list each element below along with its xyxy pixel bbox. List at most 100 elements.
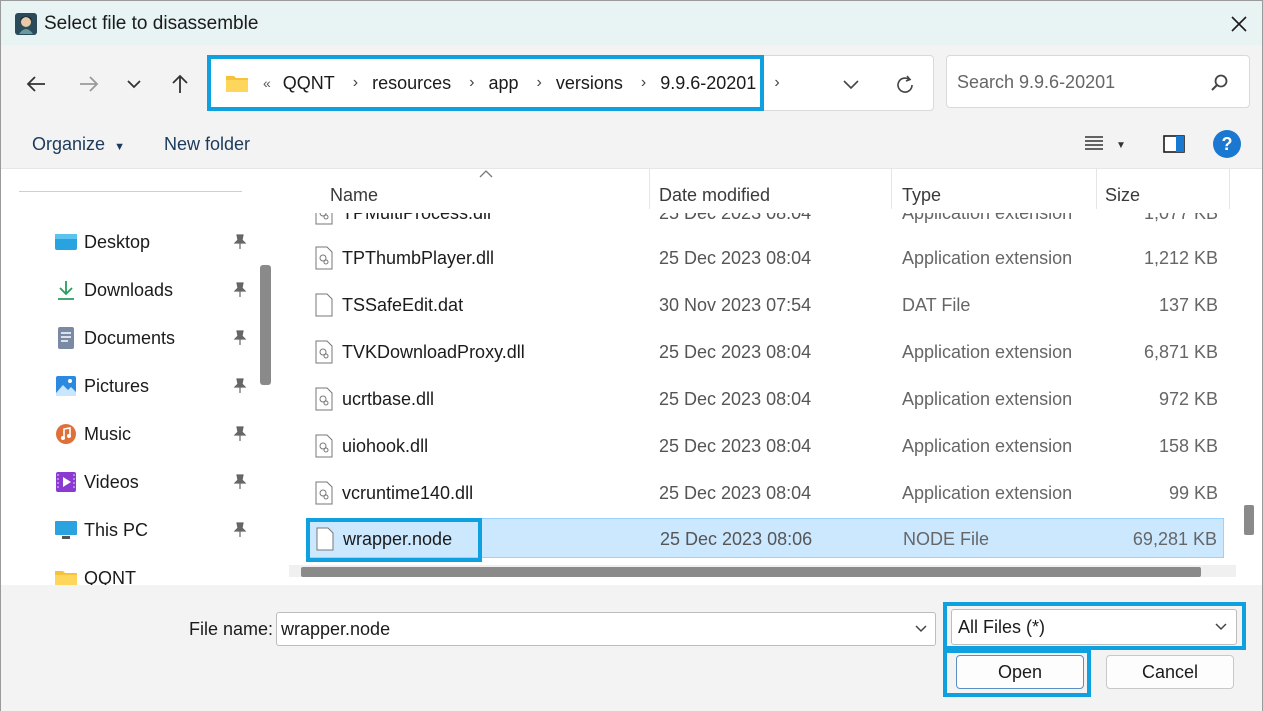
sidebar-item-pictures[interactable]: Pictures: [54, 370, 254, 402]
search-input[interactable]: [957, 68, 1207, 96]
file-size: 972 KB: [1158, 388, 1218, 409]
table-row[interactable]: ucrtbase.dll 25 Dec 2023 08:04 Applicati…: [307, 379, 1224, 419]
file-name: vcruntime140.dll: [342, 482, 474, 503]
breadcrumb-item[interactable]: resources: [372, 73, 451, 94]
table-row[interactable]: TPThumbPlayer.dll 25 Dec 2023 08:04 Appl…: [307, 238, 1224, 278]
table-row[interactable]: uiohook.dll 25 Dec 2023 08:04 Applicatio…: [307, 426, 1224, 466]
vertical-scrollbar-thumb[interactable]: [1244, 505, 1254, 535]
sidebar-scrollbar[interactable]: [260, 265, 271, 385]
breadcrumb-item[interactable]: 9.9.6-20201: [660, 73, 756, 94]
dll-file-icon: [315, 340, 333, 364]
chevron-right-icon[interactable]: ›: [469, 74, 474, 92]
sidebar-item-qqnt[interactable]: QQNT: [54, 562, 254, 585]
breadcrumb: « QQNT › resources › app › versions › 9.…: [225, 56, 794, 110]
pin-icon[interactable]: [230, 520, 250, 540]
column-divider[interactable]: [649, 169, 650, 209]
chevron-right-icon[interactable]: ›: [537, 74, 542, 92]
pin-icon[interactable]: [230, 328, 250, 348]
view-options-button[interactable]: ▼: [1084, 131, 1134, 159]
forward-arrow-icon[interactable]: [72, 67, 106, 101]
file-name-input[interactable]: [281, 616, 901, 642]
chevron-right-icon[interactable]: ›: [353, 74, 358, 92]
new-folder-button[interactable]: New folder: [164, 134, 250, 155]
dialog-footer: File name: All Files (*) Open Cancel: [1, 585, 1262, 711]
pin-icon[interactable]: [230, 232, 250, 252]
sidebar-item-desktop[interactable]: Desktop: [54, 226, 254, 258]
chevron-down-icon[interactable]: [117, 67, 151, 101]
table-row[interactable]: TPMultiProcess.dll 25 Dec 2023 08:04 App…: [307, 213, 1224, 233]
up-arrow-icon[interactable]: [163, 67, 197, 101]
column-divider[interactable]: [1096, 169, 1097, 209]
file-type: Application extension: [902, 247, 1073, 268]
pin-icon[interactable]: [230, 472, 250, 492]
sidebar-item-music[interactable]: Music: [54, 418, 254, 450]
column-header-type[interactable]: Type: [902, 177, 941, 213]
breadcrumb-overflow[interactable]: «: [263, 75, 271, 91]
sidebar-item-documents[interactable]: Documents: [54, 322, 254, 354]
sidebar-item-label: This PC: [84, 519, 149, 540]
table-row[interactable]: TVKDownloadProxy.dll 25 Dec 2023 08:04 A…: [307, 332, 1224, 372]
column-header-size[interactable]: Size: [1105, 177, 1140, 213]
divider: [19, 191, 242, 192]
open-button[interactable]: Open: [956, 655, 1084, 689]
chevron-down-icon[interactable]: [911, 619, 931, 639]
search-box[interactable]: [946, 55, 1250, 108]
file-name: uiohook.dll: [342, 435, 429, 456]
dll-file-icon: [315, 481, 333, 505]
blank-file-icon: [315, 293, 333, 317]
search-icon[interactable]: [1207, 70, 1233, 96]
back-arrow-icon[interactable]: [19, 67, 53, 101]
breadcrumb-item[interactable]: app: [488, 73, 518, 94]
help-icon[interactable]: ?: [1213, 130, 1241, 158]
sidebar-item-label: Documents: [84, 327, 176, 348]
folder-icon: [225, 73, 249, 93]
organize-menu[interactable]: Organize ▼: [32, 134, 125, 155]
file-name-combobox[interactable]: [276, 612, 936, 646]
horizontal-scrollbar-thumb[interactable]: [301, 567, 1201, 577]
close-icon[interactable]: [1224, 9, 1254, 39]
file-type: NODE File: [903, 528, 990, 549]
file-type: Application extension: [902, 341, 1073, 362]
file-date: 25 Dec 2023 08:06: [660, 528, 813, 549]
file-date: 30 Nov 2023 07:54: [659, 294, 812, 315]
sidebar-item-downloads[interactable]: Downloads: [54, 274, 254, 306]
file-name: TPThumbPlayer.dll: [342, 247, 495, 268]
breadcrumb-item[interactable]: QQNT: [283, 73, 335, 94]
address-bar[interactable]: « QQNT › resources › app › versions › 9.…: [208, 55, 934, 111]
pin-icon[interactable]: [230, 424, 250, 444]
file-rows-viewport: TPMultiProcess.dll 25 Dec 2023 08:04 App…: [279, 213, 1262, 563]
file-name: TPMultiProcess.dll: [342, 213, 491, 233]
music-icon: [54, 422, 78, 446]
cancel-button[interactable]: Cancel: [1106, 655, 1234, 689]
table-row-selected[interactable]: wrapper.node 25 Dec 2023 08:06 NODE File…: [307, 518, 1224, 558]
chevron-right-icon[interactable]: ›: [774, 74, 779, 92]
column-header-date[interactable]: Date modified: [659, 177, 770, 213]
table-row[interactable]: vcruntime140.dll 25 Dec 2023 08:04 Appli…: [307, 473, 1224, 513]
pin-icon[interactable]: [230, 280, 250, 300]
table-row[interactable]: TSSafeEdit.dat 30 Nov 2023 07:54 DAT Fil…: [307, 285, 1224, 325]
column-divider[interactable]: [891, 169, 892, 209]
file-type-filter-select[interactable]: All Files (*): [951, 609, 1237, 645]
dll-file-icon: [315, 246, 333, 270]
file-name: TSSafeEdit.dat: [342, 294, 464, 315]
chevron-down-icon[interactable]: [1212, 618, 1230, 636]
dll-file-icon: [315, 387, 333, 411]
breadcrumb-item[interactable]: versions: [556, 73, 623, 94]
sidebar-item-videos[interactable]: Videos: [54, 466, 254, 498]
column-divider[interactable]: [1229, 169, 1230, 209]
refresh-icon[interactable]: [889, 69, 921, 101]
address-history-dropdown-icon[interactable]: [837, 71, 865, 99]
file-type: Application extension: [902, 435, 1073, 456]
sidebar-item-label: Music: [84, 423, 132, 444]
column-header-name[interactable]: Name: [330, 177, 378, 213]
chevron-right-icon[interactable]: ›: [641, 74, 646, 92]
sidebar-item-label: Desktop: [84, 231, 151, 252]
pin-icon[interactable]: [230, 376, 250, 396]
pictures-icon: [54, 374, 78, 398]
caret-down-icon: ▼: [114, 141, 125, 153]
file-type: Application extension: [902, 482, 1073, 503]
file-name: ucrtbase.dll: [342, 388, 435, 409]
list-view-icon: [1084, 135, 1104, 156]
sidebar-item-this-pc[interactable]: This PC: [54, 514, 254, 546]
preview-pane-icon[interactable]: [1161, 131, 1187, 157]
